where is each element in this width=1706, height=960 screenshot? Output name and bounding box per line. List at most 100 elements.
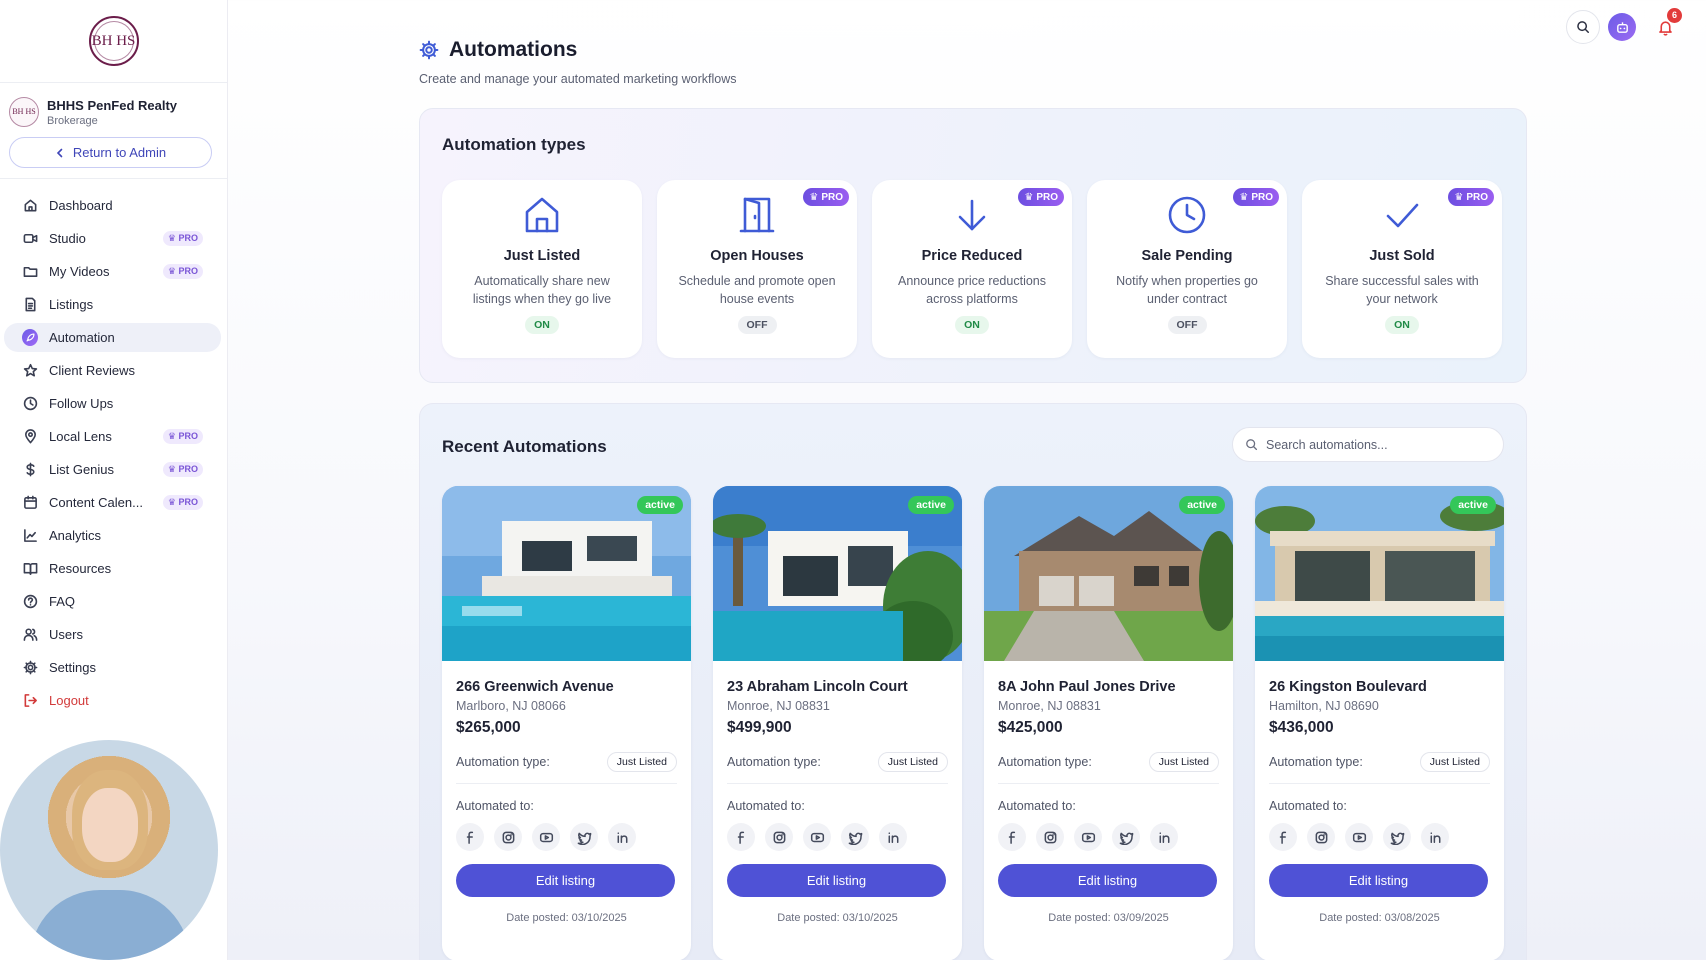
- sidebar-item-label: My Videos: [49, 264, 110, 279]
- linkedin-icon[interactable]: [879, 823, 907, 851]
- edit-listing-button[interactable]: Edit listing: [1269, 864, 1488, 897]
- linkedin-icon[interactable]: [1421, 823, 1449, 851]
- edit-listing-button[interactable]: Edit listing: [456, 864, 675, 897]
- youtube-icon[interactable]: [803, 823, 831, 851]
- automation-type-description: Automatically share new listings when th…: [472, 274, 612, 306]
- instagram-icon[interactable]: [765, 823, 793, 851]
- users-icon: [22, 627, 38, 643]
- automation-type-card-price-reduced[interactable]: ♛ PRO Price Reduced Announce price reduct…: [872, 180, 1072, 358]
- logo-area: BH HS: [0, 0, 227, 83]
- automation-type-status[interactable]: ON: [1385, 316, 1419, 334]
- crown-icon: ♛: [1239, 191, 1249, 203]
- youtube-icon[interactable]: [532, 823, 560, 851]
- pro-badge-label: PRO: [178, 464, 198, 474]
- org-row: BH HS BHHS PenFed Realty Brokerage: [9, 97, 218, 127]
- listing-photo[interactable]: active: [984, 486, 1233, 661]
- sidebar-item-label: Resources: [49, 561, 112, 576]
- return-to-admin-label: Return to Admin: [72, 145, 167, 160]
- sidebar-item-label: Follow Ups: [49, 396, 114, 411]
- sidebar-item-my-videos[interactable]: My Videos ♛ PRO: [4, 257, 221, 286]
- twitter-icon[interactable]: [570, 823, 598, 851]
- automation-search-box[interactable]: [1232, 427, 1504, 462]
- global-search-button[interactable]: [1566, 10, 1600, 44]
- listing-address: 23 Abraham Lincoln Court: [727, 679, 908, 695]
- listing-city: Monroe, NJ 08831: [727, 699, 830, 713]
- notifications-button[interactable]: 6: [1648, 8, 1682, 44]
- automation-type-status[interactable]: OFF: [1167, 316, 1207, 334]
- listing-photo[interactable]: active: [442, 486, 691, 661]
- linkedin-icon[interactable]: [1150, 823, 1178, 851]
- automation-type-card-just-sold[interactable]: ♛ PRO Just Sold Share successful sales wi…: [1302, 180, 1502, 358]
- sidebar-item-local-lens[interactable]: Local Lens ♛ PRO: [4, 422, 221, 451]
- automation-type-card-sale-pending[interactable]: ♛ PRO Sale Pending Notify when properties…: [1087, 180, 1287, 358]
- ai-assistant-button[interactable]: [1608, 13, 1636, 41]
- twitter-icon[interactable]: [1112, 823, 1140, 851]
- automation-type-name: Open Houses: [710, 248, 804, 264]
- arrow-down-icon: [951, 193, 993, 237]
- youtube-icon[interactable]: [1074, 823, 1102, 851]
- facebook-icon[interactable]: [1269, 823, 1297, 851]
- listing-card: active 26 Kingston Boulevard Hamilton, N…: [1255, 486, 1504, 960]
- crown-icon: ♛: [1454, 191, 1464, 203]
- page-subtitle: Create and manage your automated marketi…: [419, 72, 737, 86]
- listing-photo[interactable]: active: [1255, 486, 1504, 661]
- automation-type-status[interactable]: ON: [955, 316, 989, 334]
- social-channels: [456, 823, 677, 851]
- twitter-icon[interactable]: [841, 823, 869, 851]
- sidebar-item-client-reviews[interactable]: Client Reviews: [4, 356, 221, 385]
- pro-badge-label: PRO: [178, 233, 198, 243]
- brand-logo[interactable]: BH HS: [88, 16, 139, 66]
- calendar-icon: [22, 495, 38, 511]
- automation-types-title: Automation types: [442, 135, 586, 154]
- automation-type-status[interactable]: ON: [525, 316, 559, 334]
- edit-listing-button[interactable]: Edit listing: [727, 864, 946, 897]
- sidebar-item-label: FAQ: [49, 594, 76, 609]
- pro-badge: ♛ PRO: [1018, 188, 1064, 206]
- listing-address: 266 Greenwich Avenue: [456, 679, 614, 695]
- sidebar-item-resources[interactable]: Resources: [4, 554, 221, 583]
- facebook-icon[interactable]: [998, 823, 1026, 851]
- automation-type-name: Just Sold: [1369, 248, 1435, 264]
- automation-type-card-just-listed[interactable]: Just Listed Automatically share new list…: [442, 180, 642, 358]
- linkedin-icon[interactable]: [608, 823, 636, 851]
- search-icon: [1577, 21, 1589, 33]
- facebook-icon[interactable]: [456, 823, 484, 851]
- automation-type-tag: Just Listed: [606, 752, 677, 772]
- sidebar-item-analytics[interactable]: Analytics: [4, 521, 221, 550]
- sidebar-item-content-calendar[interactable]: Content Calen... ♛ PRO: [4, 488, 221, 517]
- instagram-icon[interactable]: [1036, 823, 1064, 851]
- automation-search-input[interactable]: [1266, 437, 1486, 452]
- edit-listing-button[interactable]: Edit listing: [998, 864, 1217, 897]
- sidebar-item-automation[interactable]: Automation: [4, 323, 221, 352]
- webcam-face: [82, 788, 138, 862]
- clock-icon: [1166, 193, 1208, 237]
- listing-status-badge: active: [1450, 496, 1496, 514]
- sidebar-nav: Dashboard Studio ♛ PRO My Videos ♛ PRO L…: [0, 179, 227, 715]
- sidebar-item-settings[interactable]: Settings: [4, 653, 221, 682]
- org-type: Brokerage: [47, 114, 98, 127]
- video-icon: [22, 231, 38, 247]
- twitter-icon[interactable]: [1383, 823, 1411, 851]
- facebook-icon[interactable]: [727, 823, 755, 851]
- sidebar-item-faq[interactable]: FAQ: [4, 587, 221, 616]
- pro-badge: ♛ PRO: [803, 188, 849, 206]
- return-to-admin-button[interactable]: Return to Admin: [9, 137, 212, 168]
- sidebar-item-label: Listings: [49, 297, 94, 312]
- listing-body: 8A John Paul Jones Drive Monroe, NJ 0883…: [984, 661, 1233, 924]
- sidebar-item-users[interactable]: Users: [4, 620, 221, 649]
- sidebar-item-list-genius[interactable]: List Genius ♛ PRO: [4, 455, 221, 484]
- listing-photo[interactable]: active: [713, 486, 962, 661]
- automation-type-status[interactable]: OFF: [737, 316, 777, 334]
- instagram-icon[interactable]: [1307, 823, 1335, 851]
- sidebar-item-follow-ups[interactable]: Follow Ups: [4, 389, 221, 418]
- automated-to-label: Automated to:: [1269, 799, 1347, 813]
- instagram-icon[interactable]: [494, 823, 522, 851]
- youtube-icon[interactable]: [1345, 823, 1373, 851]
- sidebar-item-dashboard[interactable]: Dashboard: [4, 191, 221, 220]
- sidebar-item-studio[interactable]: Studio ♛ PRO: [4, 224, 221, 253]
- automation-type-card-open-houses[interactable]: ♛ PRO Open Houses Schedule and promote op…: [657, 180, 857, 358]
- automation-type-tag: Just Listed: [1419, 752, 1490, 772]
- sidebar-item-logout[interactable]: Logout: [4, 686, 221, 715]
- automated-to-label: Automated to:: [727, 799, 805, 813]
- sidebar-item-listings[interactable]: Listings: [4, 290, 221, 319]
